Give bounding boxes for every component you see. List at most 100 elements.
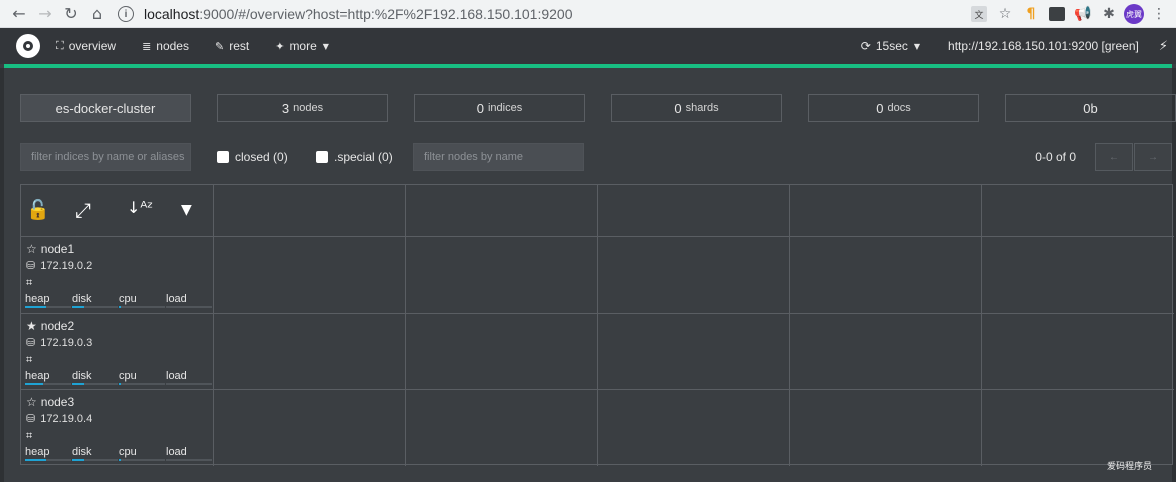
back-arrow-icon[interactable]: ← bbox=[6, 1, 32, 27]
metric-load: load bbox=[166, 293, 212, 308]
filter-nodes-input[interactable]: filter nodes by name bbox=[413, 143, 584, 171]
overview-content: es-docker-cluster 3 nodes 0 indices 0 shard… bbox=[0, 68, 1176, 482]
nav-more[interactable]: ✦ more ▼ bbox=[275, 39, 329, 53]
metric-heap-label: heap bbox=[25, 370, 50, 382]
cluster-stats: es-docker-cluster 3 nodes 0 indices 0 shard… bbox=[20, 94, 1176, 122]
special-checkbox-box[interactable] bbox=[316, 151, 328, 163]
browser-extensions: 文 ☆ ¶ 📢 ✱ 虎翼 ⋮ bbox=[968, 0, 1176, 28]
node-name-text: node1 bbox=[40, 242, 75, 256]
profile-avatar[interactable]: 虎翼 bbox=[1124, 4, 1144, 24]
node-ip-text: 172.19.0.3 bbox=[40, 336, 93, 349]
edit-icon: ✎ bbox=[214, 39, 225, 53]
metric-load-label: load bbox=[166, 370, 187, 382]
nav-rest[interactable]: ✎ rest bbox=[215, 39, 249, 53]
crop-icon[interactable]: ⌗ bbox=[26, 353, 32, 367]
special-checkbox-label: .special (0) bbox=[334, 150, 393, 164]
cluster-url[interactable]: http://192.168.150.101:9200 [green] bbox=[948, 39, 1139, 53]
nav-nodes[interactable]: ≣ nodes bbox=[142, 39, 189, 53]
metric-disk-label: disk bbox=[72, 446, 92, 458]
megaphone-extension-icon[interactable]: 📢 bbox=[1072, 3, 1094, 25]
app-navbar: ⛶ overview ≣ nodes ✎ rest ✦ more ▼ ⟳ 15s… bbox=[0, 28, 1176, 64]
grid-toolbar: 🔓 ⤢ ↓ᴬᶻ ▼ bbox=[21, 185, 213, 236]
info-icon[interactable]: i bbox=[118, 6, 134, 22]
special-checkbox[interactable]: .special (0) bbox=[316, 150, 393, 164]
caret-down-icon: ▼ bbox=[913, 41, 921, 51]
node-name[interactable]: ★ node2 bbox=[26, 319, 74, 333]
nav-more-label: more bbox=[289, 39, 317, 53]
nav-overview-label: overview bbox=[68, 39, 117, 53]
metric-load: load bbox=[166, 446, 212, 461]
plug-icon[interactable]: ⚡ bbox=[1159, 39, 1168, 54]
cluster-name: es-docker-cluster bbox=[20, 94, 191, 122]
node-ip: ⛁ 172.19.0.3 bbox=[26, 336, 92, 349]
metric-cpu-label: cpu bbox=[119, 293, 137, 305]
unlock-icon[interactable]: 🔓 bbox=[26, 198, 50, 221]
filter-indices-input[interactable]: filter indices by name or aliases bbox=[20, 143, 191, 171]
metric-heap: heap bbox=[25, 370, 71, 385]
next-page-button[interactable]: → bbox=[1134, 143, 1172, 171]
stat-docs-value: 0 bbox=[876, 100, 884, 116]
stat-size-value: 0b bbox=[1083, 100, 1098, 116]
home-icon[interactable]: ⌂ bbox=[84, 1, 110, 27]
node-ip-text: 172.19.0.2 bbox=[40, 259, 93, 272]
metric-cpu: cpu bbox=[119, 293, 165, 308]
puzzle-extensions-icon[interactable]: ✱ bbox=[1098, 3, 1120, 25]
node-row: ☆ node1 ⛁ 172.19.0.2 ⌗ heap disk cpu load bbox=[21, 237, 213, 313]
closed-checkbox-box[interactable] bbox=[217, 151, 229, 163]
metric-load: load bbox=[166, 370, 212, 385]
hdd-icon: ⛁ bbox=[26, 336, 36, 349]
dark-extension-icon[interactable] bbox=[1046, 3, 1068, 25]
metric-heap-label: heap bbox=[25, 446, 50, 458]
kebab-menu-icon[interactable]: ⋮ bbox=[1148, 3, 1170, 25]
reload-icon[interactable]: ↻ bbox=[58, 1, 84, 27]
metric-cpu-label: cpu bbox=[119, 370, 137, 382]
metric-heap: heap bbox=[25, 293, 71, 308]
hdd-icon: ⛁ bbox=[26, 259, 36, 272]
hdd-icon: ⛁ bbox=[26, 412, 36, 425]
translate-icon[interactable]: 文 bbox=[968, 3, 990, 25]
closed-checkbox-label: closed (0) bbox=[235, 150, 288, 164]
url-host: localhost bbox=[144, 6, 200, 22]
node-name[interactable]: ☆ node1 bbox=[26, 242, 74, 256]
stat-shards: 0 shards bbox=[611, 94, 782, 122]
sitemap-icon: ⛶ bbox=[56, 39, 64, 52]
stat-indices-unit: indices bbox=[487, 102, 523, 114]
refresh-interval-dropdown[interactable]: ⟳ 15sec ▼ bbox=[861, 39, 920, 53]
browser-toolbar: ← → ↻ ⌂ i localhost:9000/#/overview?host… bbox=[0, 0, 1176, 28]
expand-icon[interactable]: ⤢ bbox=[75, 198, 91, 222]
bookmark-star-icon[interactable]: ☆ bbox=[994, 3, 1016, 25]
prev-page-button[interactable]: ← bbox=[1095, 143, 1133, 171]
crop-icon[interactable]: ⌗ bbox=[26, 276, 32, 290]
sort-alpha-icon[interactable]: ↓ᴬᶻ bbox=[127, 198, 153, 217]
server-icon: ≣ bbox=[142, 39, 152, 53]
cluster-grid: 🔓 ⤢ ↓ᴬᶻ ▼ ☆ node1 ⛁ 172.19.0.2 ⌗ heap disk… bbox=[20, 184, 1174, 466]
metric-cpu: cpu bbox=[119, 370, 165, 385]
node-ip: ⛁ 172.19.0.2 bbox=[26, 259, 92, 272]
address-bar[interactable]: i localhost:9000/#/overview?host=http:%2… bbox=[118, 2, 938, 26]
closed-checkbox[interactable]: closed (0) bbox=[217, 150, 288, 164]
metric-heap-label: heap bbox=[25, 293, 50, 305]
nav-overview[interactable]: ⛶ overview bbox=[56, 39, 116, 53]
url-path: :9000/#/overview?host=http:%2F%2F192.168… bbox=[199, 6, 573, 22]
node-metrics: heap disk cpu load bbox=[25, 293, 213, 308]
node-name-text: node2 bbox=[40, 319, 75, 333]
caret-down-icon[interactable]: ▼ bbox=[181, 202, 192, 218]
node-name[interactable]: ☆ node3 bbox=[26, 395, 74, 409]
watermark: 爱码程序员 bbox=[1106, 461, 1152, 471]
nav-rest-label: rest bbox=[229, 39, 250, 53]
caret-down-icon: ▼ bbox=[322, 41, 329, 51]
filter-bar: filter indices by name or aliases closed… bbox=[20, 143, 1172, 171]
crop-icon[interactable]: ⌗ bbox=[26, 429, 32, 443]
stat-shards-value: 0 bbox=[674, 100, 682, 116]
stat-nodes: 3 nodes bbox=[217, 94, 388, 122]
stat-docs: 0 docs bbox=[808, 94, 979, 122]
pager-range: 0-0 of 0 bbox=[1035, 150, 1076, 164]
refresh-interval-label: 15sec bbox=[875, 39, 908, 53]
stat-docs-unit: docs bbox=[887, 102, 911, 114]
node-metrics: heap disk cpu load bbox=[25, 370, 213, 385]
stat-indices: 0 indices bbox=[414, 94, 585, 122]
elasticsearch-head-logo[interactable] bbox=[16, 34, 40, 58]
forward-arrow-icon[interactable]: → bbox=[32, 1, 58, 27]
metric-disk: disk bbox=[72, 446, 118, 461]
pilcrow-extension-icon[interactable]: ¶ bbox=[1020, 3, 1042, 25]
